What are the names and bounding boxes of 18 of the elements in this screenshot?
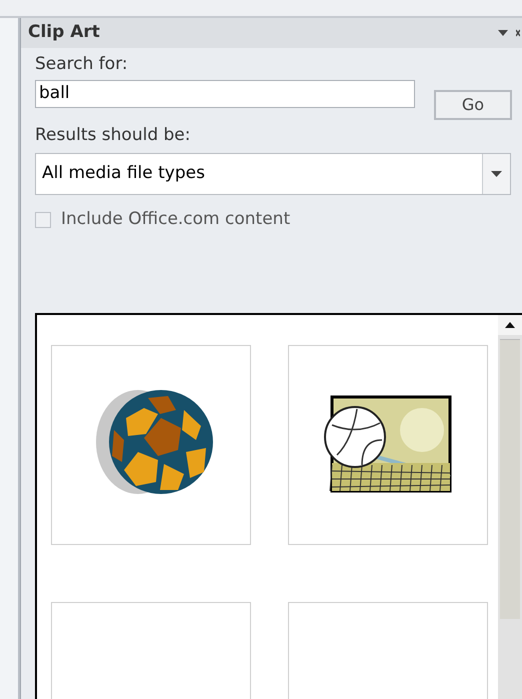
scroll-thumb[interactable] xyxy=(500,338,520,618)
go-button[interactable]: Go xyxy=(434,90,512,120)
dropdown-button[interactable] xyxy=(482,154,510,194)
clip-art-tile[interactable] xyxy=(51,344,251,544)
scrollbar[interactable] xyxy=(498,314,522,699)
pane-title: Clip Art xyxy=(28,21,100,44)
clip-art-tile[interactable] xyxy=(288,344,488,544)
results-label: Results should be: xyxy=(35,124,192,147)
caret-icon xyxy=(491,171,502,177)
dropdown-value: All media file types xyxy=(41,162,206,186)
dropdown-arrow-icon[interactable] xyxy=(498,30,508,36)
search-label: Search for: xyxy=(35,53,129,76)
close-icon[interactable] xyxy=(516,28,520,38)
scroll-up-button[interactable] xyxy=(498,314,522,334)
media-type-dropdown[interactable]: All media file types xyxy=(35,153,511,195)
checkbox[interactable] xyxy=(35,212,51,228)
up-arrow-icon xyxy=(505,322,515,328)
checkbox-label: Include Office.com content xyxy=(61,208,290,231)
